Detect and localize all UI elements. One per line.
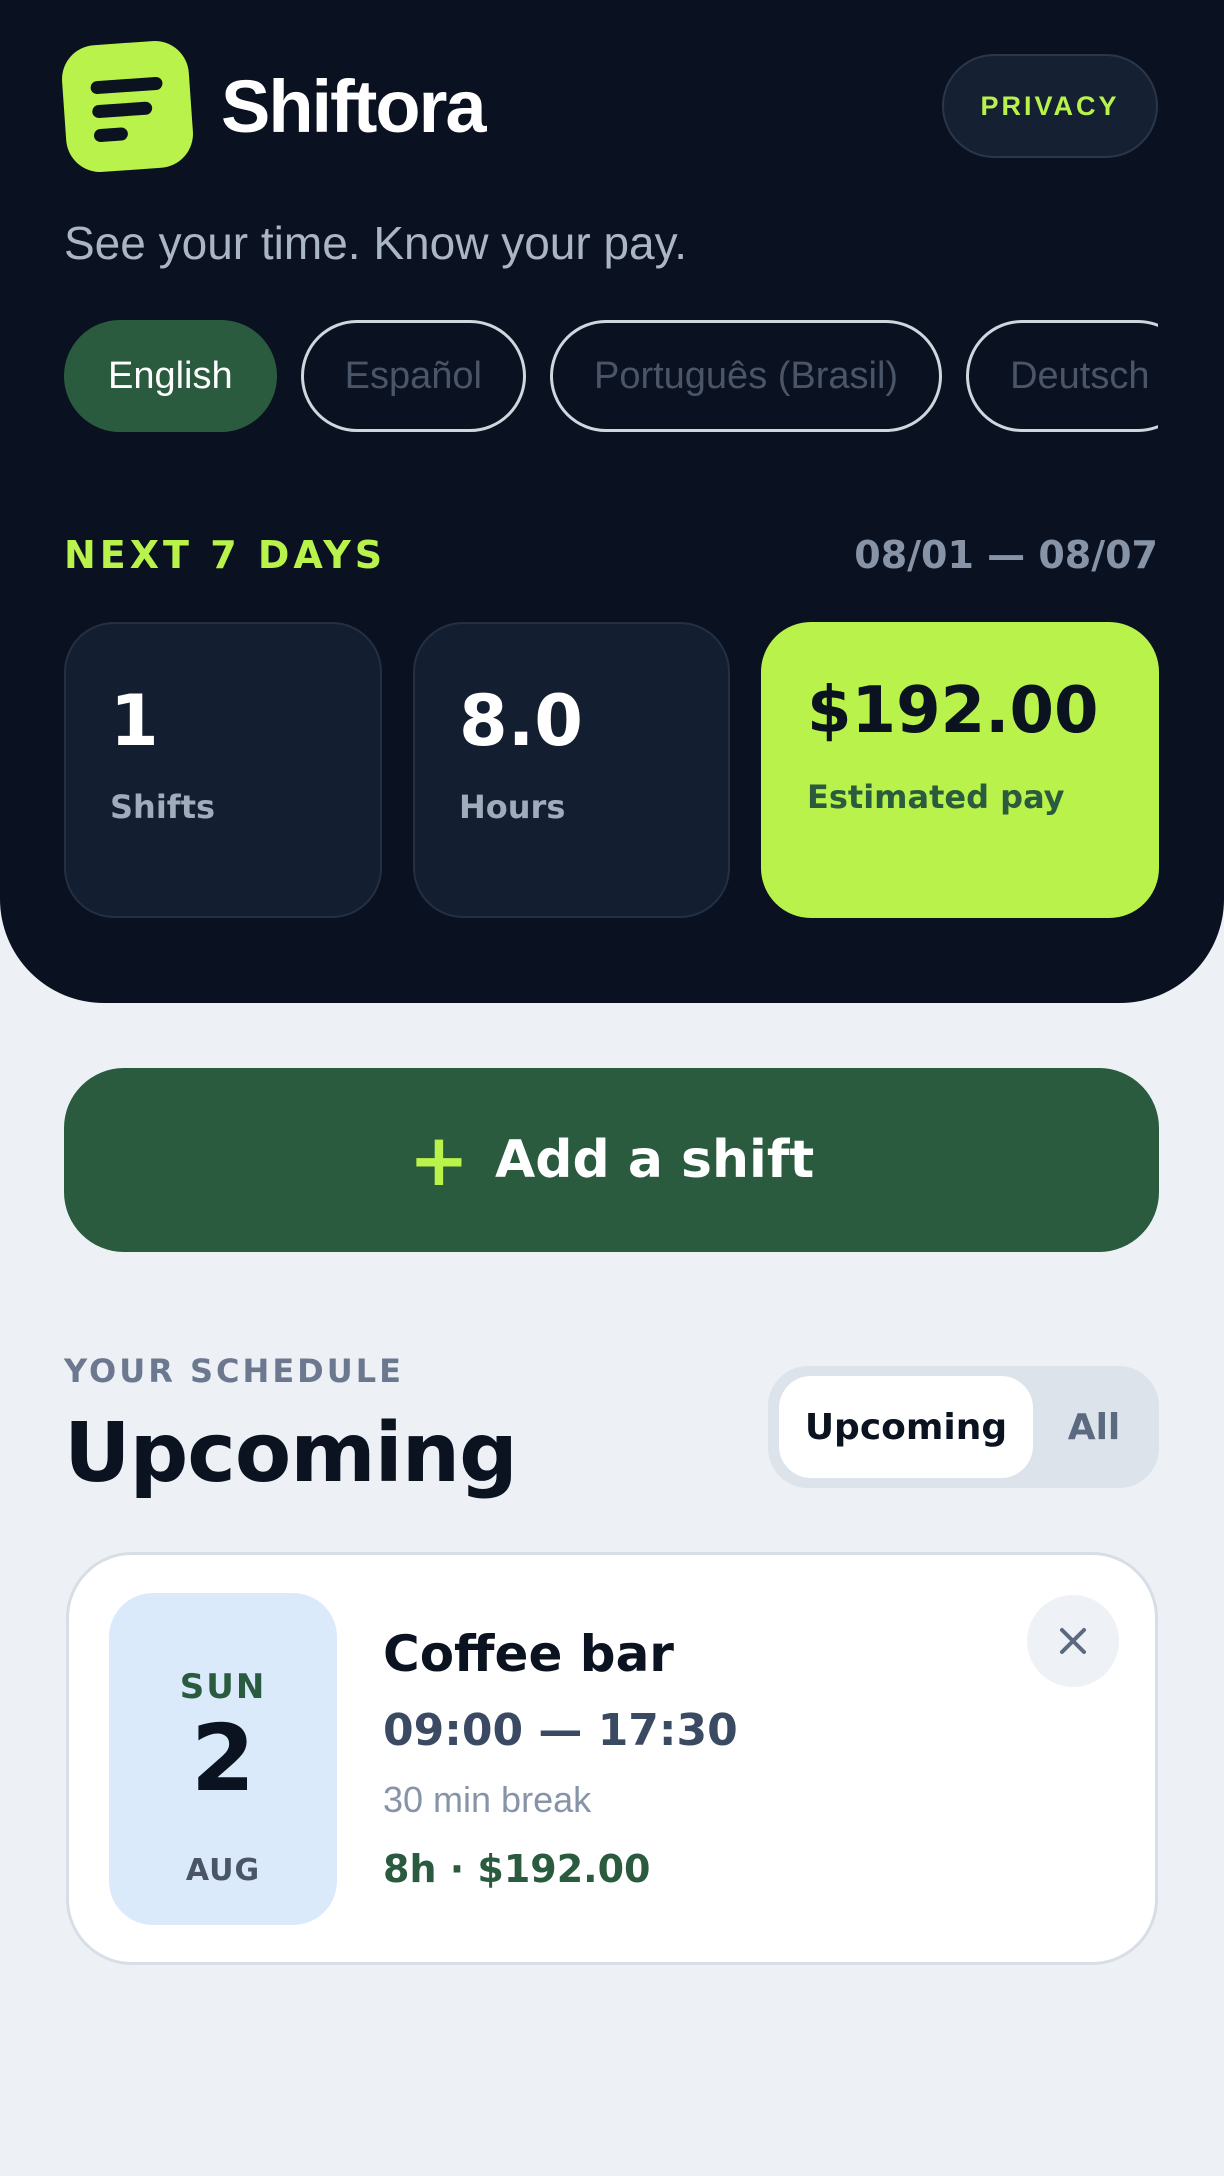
language-chip-espanol[interactable]: Español — [300, 320, 526, 432]
language-selector: English Español Português (Brasil) Deutsch — [64, 320, 1158, 432]
stat-card-hours: 8.0 Hours — [413, 622, 730, 918]
stat-card-estimated-pay: $192.00 Estimated pay — [761, 622, 1159, 918]
schedule-title: Upcoming — [64, 1406, 518, 1501]
shift-month: AUG — [185, 1853, 261, 1888]
list-lines-icon — [59, 38, 196, 174]
privacy-button[interactable]: PRIVACY — [942, 54, 1158, 158]
shift-weekday: SUN — [179, 1667, 267, 1707]
stat-label: Hours — [459, 788, 566, 826]
add-shift-label: Add a shift — [495, 1130, 815, 1190]
shift-name: Coffee bar — [383, 1625, 674, 1683]
schedule-kicker: YOUR SCHEDULE — [64, 1352, 404, 1390]
shift-card[interactable]: SUN 2 AUG Coffee bar 09:00 — 17:30 30 mi… — [66, 1552, 1158, 1965]
brand: Shiftora — [59, 38, 487, 174]
remove-shift-button[interactable] — [1027, 1595, 1119, 1687]
stat-label: Estimated pay — [807, 778, 1065, 816]
add-shift-button[interactable]: + Add a shift — [64, 1068, 1159, 1252]
shift-break: 30 min break — [383, 1779, 592, 1820]
schedule-filter-toggle: Upcoming All — [768, 1366, 1159, 1488]
stat-card-shifts: 1 Shifts — [64, 622, 382, 918]
shift-date-badge: SUN 2 AUG — [109, 1593, 337, 1925]
shift-day: 2 — [190, 1705, 255, 1812]
plus-icon: + — [408, 1118, 470, 1202]
language-chip-portugues[interactable]: Português (Brasil) — [549, 320, 943, 432]
language-chip-deutsch[interactable]: Deutsch — [966, 320, 1158, 432]
language-chip-english[interactable]: English — [64, 320, 277, 432]
stat-value: $192.00 — [807, 674, 1099, 748]
stat-label: Shifts — [110, 788, 216, 826]
stat-value: 8.0 — [459, 680, 584, 762]
hero-header: Shiftora PRIVACY See your time. Know you… — [0, 0, 1224, 1003]
tagline: See your time. Know your pay. — [64, 217, 687, 269]
app-screen: Shiftora PRIVACY See your time. Know you… — [0, 0, 1224, 2176]
filter-all[interactable]: All — [1038, 1376, 1150, 1478]
stat-value: 1 — [110, 680, 159, 762]
range-label: NEXT 7 DAYS — [64, 533, 387, 577]
close-icon — [1060, 1628, 1086, 1654]
app-name: Shiftora — [221, 64, 487, 148]
shift-summary: 8h · $192.00 — [383, 1847, 651, 1891]
filter-upcoming[interactable]: Upcoming — [779, 1376, 1033, 1478]
range-dates: 08/01 — 08/07 — [854, 533, 1158, 577]
shift-time: 09:00 — 17:30 — [383, 1705, 738, 1756]
